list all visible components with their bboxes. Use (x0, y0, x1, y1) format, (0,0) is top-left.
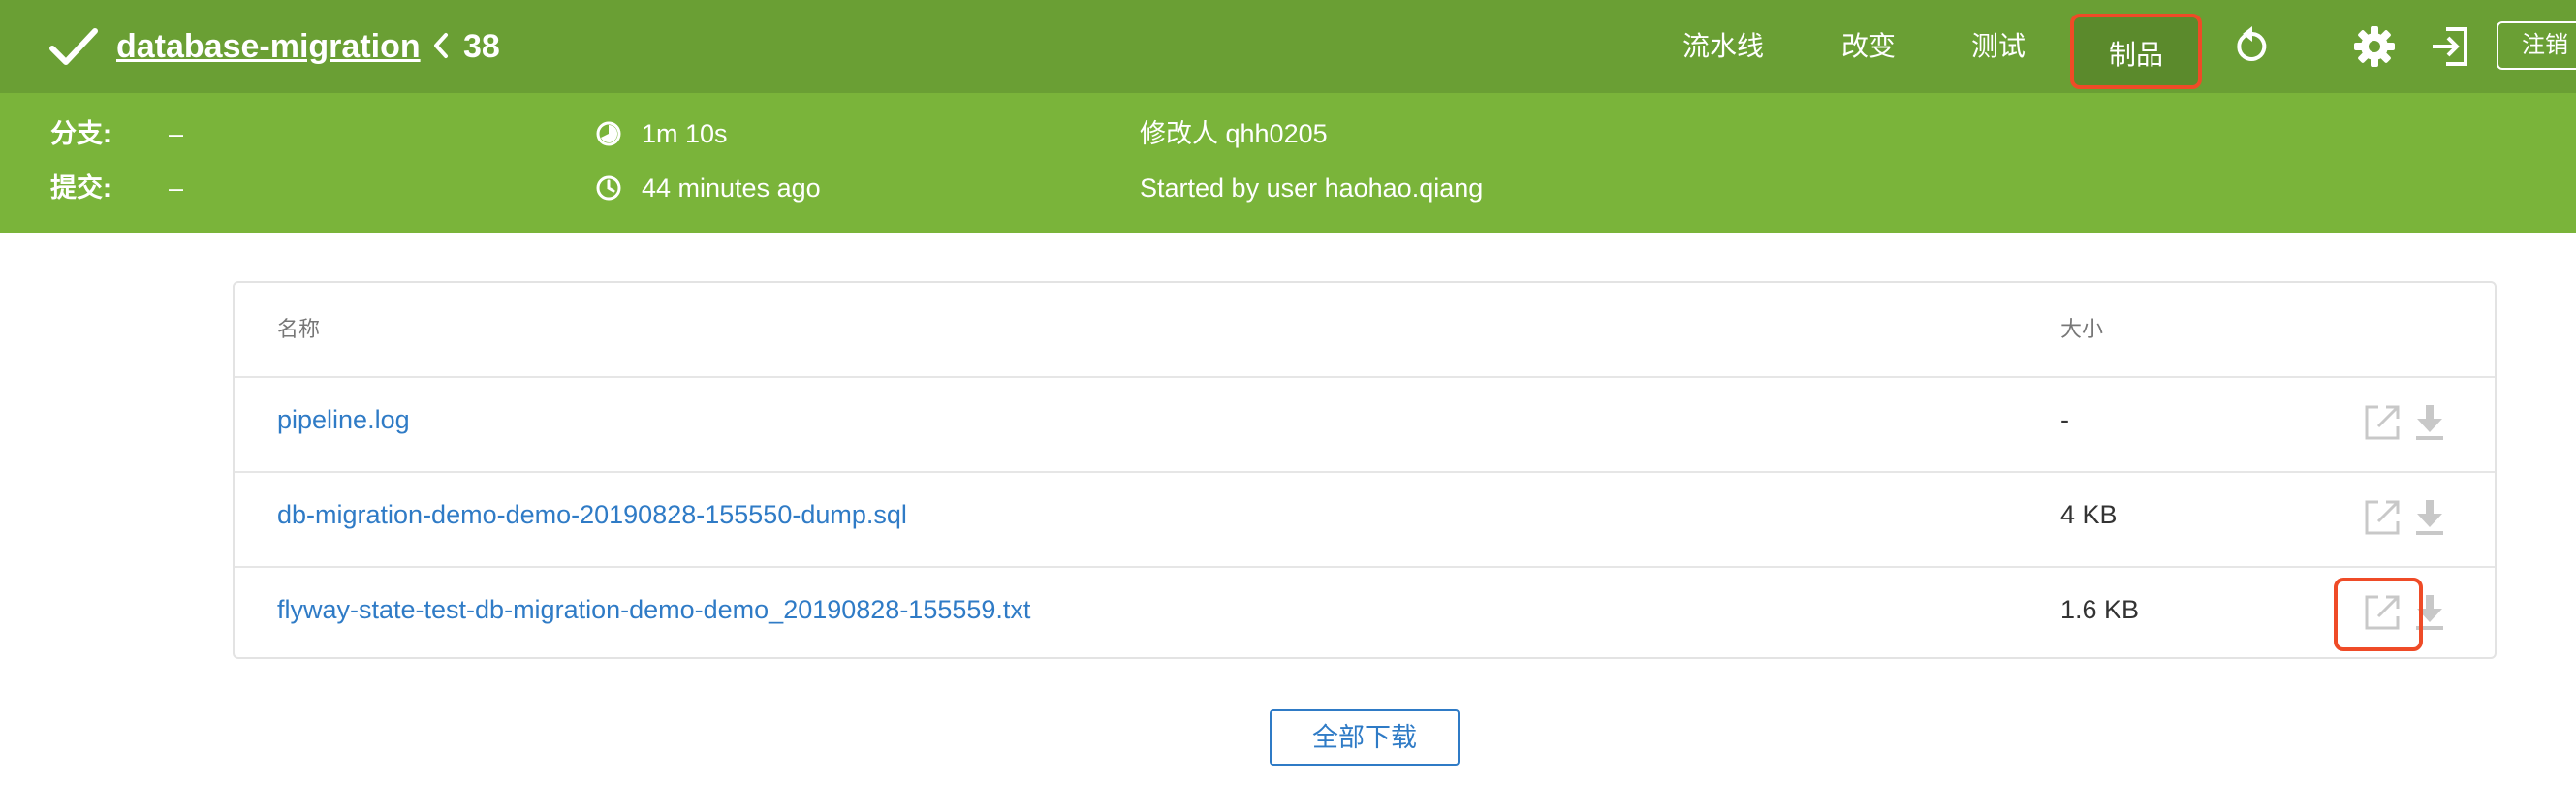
clock-icon (596, 175, 621, 201)
table-row: pipeline.log - (235, 376, 2495, 473)
exit-icon[interactable] (2429, 25, 2471, 68)
artifact-link[interactable]: flyway-state-test-db-migration-demo-demo… (277, 595, 1030, 625)
tab-changes[interactable]: 改变 (1841, 0, 1896, 93)
download-icon[interactable] (2413, 403, 2446, 442)
chevron-left-icon[interactable] (430, 31, 452, 60)
branch-value: – (169, 119, 184, 148)
artifact-link[interactable]: pipeline.log (277, 405, 410, 435)
download-icon[interactable] (2413, 498, 2446, 537)
tab-pipeline[interactable]: 流水线 (1682, 0, 1764, 93)
artifact-size: - (2060, 405, 2069, 434)
highlight-box (2334, 578, 2423, 651)
column-header-size: 大小 (2060, 317, 2104, 341)
started-by: Started by user haohao.qiang (1140, 173, 1484, 203)
success-check-icon (49, 28, 98, 65)
run-info-bar: 分支: – 提交: – 1m 10s 44 minutes ago 修改人 qh… (0, 93, 2576, 233)
artifact-link[interactable]: db-migration-demo-demo-20190828-155550-d… (277, 500, 907, 530)
branch-label: 分支: (50, 119, 111, 148)
tab-artifacts[interactable]: 制品 (2070, 14, 2202, 89)
table-header: 名称 大小 (235, 283, 2495, 378)
run-number: 38 (463, 28, 500, 65)
rerun-icon[interactable] (2231, 25, 2274, 68)
duration-icon (596, 121, 621, 146)
column-header-name: 名称 (277, 317, 321, 341)
gear-icon[interactable] (2353, 25, 2396, 68)
duration-value: 1m 10s (642, 119, 728, 148)
download-all-button[interactable]: 全部下载 (1270, 709, 1460, 766)
tab-tests[interactable]: 测试 (1971, 0, 2026, 93)
open-external-icon[interactable] (2363, 403, 2402, 442)
artifact-size: 1.6 KB (2060, 595, 2140, 624)
table-row: db-migration-demo-demo-20190828-155550-d… (235, 471, 2495, 568)
artifacts-table: 名称 大小 pipeline.log - db-migration-demo-d… (233, 281, 2497, 659)
pipeline-name-link[interactable]: database-migration (116, 23, 421, 70)
top-navigation-bar: database-migration 38 流水线 改变 测试 制品 注销 (0, 0, 2576, 93)
commit-value: – (169, 173, 184, 203)
changed-by: 修改人 qhh0205 (1140, 119, 1328, 148)
artifact-size: 4 KB (2060, 500, 2118, 529)
logout-button[interactable]: 注销 (2497, 21, 2576, 70)
open-external-icon[interactable] (2363, 498, 2402, 537)
table-row: flyway-state-test-db-migration-demo-demo… (235, 566, 2495, 661)
time-ago: 44 minutes ago (642, 173, 821, 203)
commit-label: 提交: (50, 173, 111, 203)
